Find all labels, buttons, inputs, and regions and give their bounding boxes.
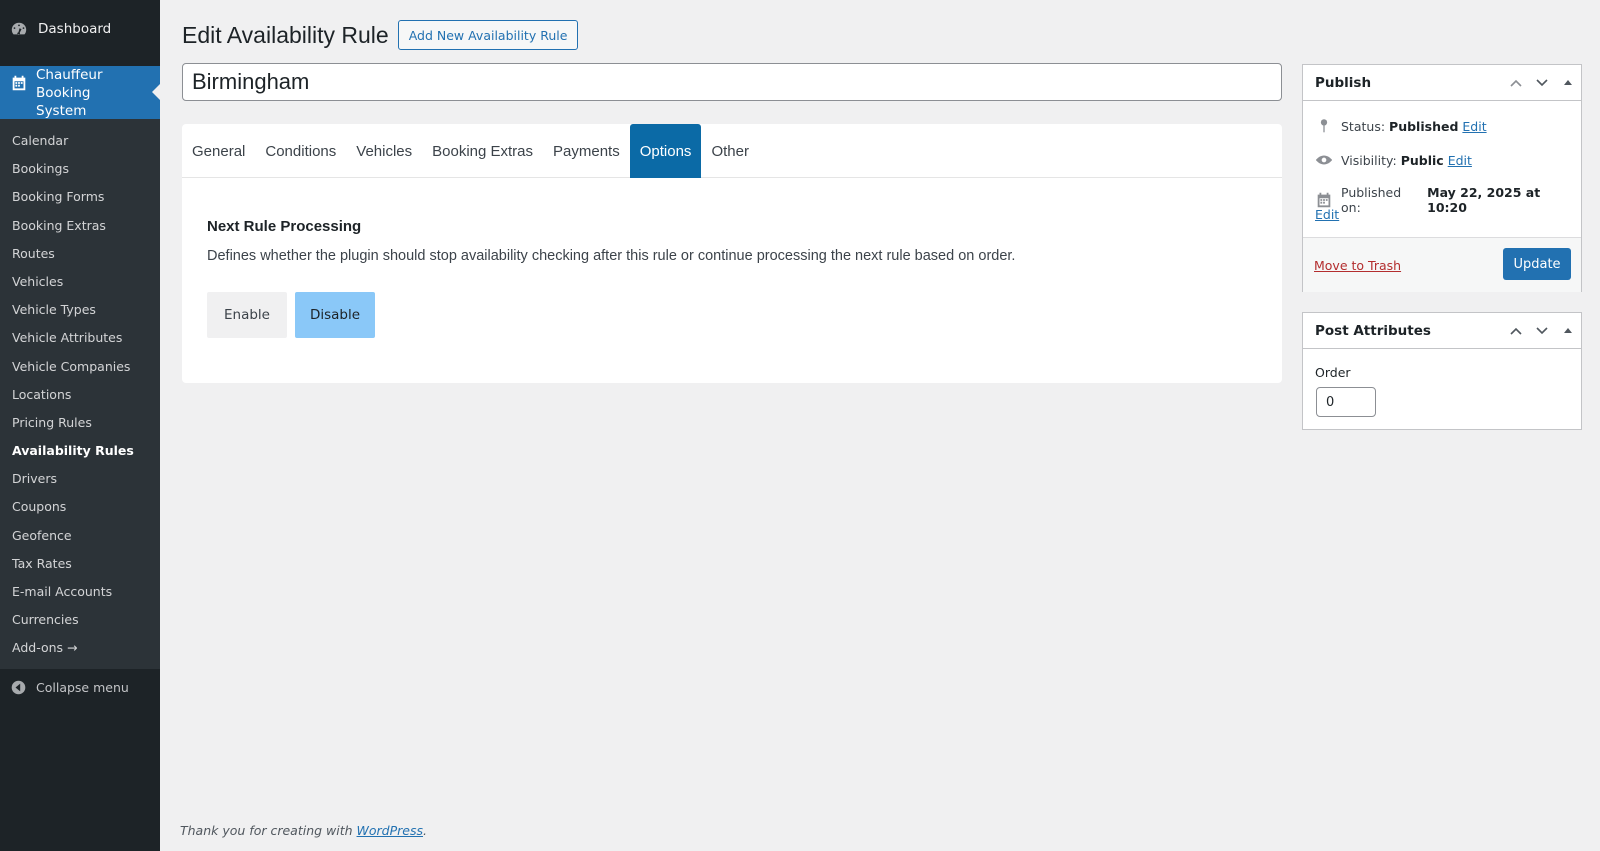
post-title-input[interactable]: Birmingham bbox=[182, 63, 1282, 101]
section-heading: Next Rule Processing bbox=[207, 218, 362, 235]
eye-icon bbox=[1315, 151, 1333, 169]
calendar-icon bbox=[10, 74, 28, 92]
publish-box-header: Publish bbox=[1303, 65, 1581, 101]
visibility-label: Visibility: bbox=[1341, 152, 1397, 168]
section-description: Defines whether the plugin should stop a… bbox=[207, 248, 1016, 264]
publish-box: Publish Status: Published Edit Visibilit… bbox=[1302, 64, 1582, 292]
published-edit-link[interactable]: Edit bbox=[1315, 207, 1339, 222]
status-edit-link[interactable]: Edit bbox=[1462, 119, 1486, 134]
sidebar-item-dashboard[interactable]: Dashboard bbox=[0, 0, 160, 58]
sidebar-item-email-accounts[interactable]: E-mail Accounts bbox=[0, 578, 160, 606]
chevron-down-icon[interactable] bbox=[1529, 65, 1555, 101]
admin-sidebar: Dashboard Chauffeur Booking System Calen… bbox=[0, 0, 160, 851]
post-attributes-title: Post Attributes bbox=[1315, 322, 1431, 339]
sidebar-item-pricing-rules[interactable]: Pricing Rules bbox=[0, 409, 160, 437]
sidebar-item-vehicle-attributes[interactable]: Vehicle Attributes bbox=[0, 324, 160, 352]
sidebar-item-availability-rules[interactable]: Availability Rules bbox=[0, 437, 160, 465]
published-label: Published on: bbox=[1341, 185, 1402, 215]
dashboard-icon bbox=[10, 20, 28, 38]
sidebar-item-currencies[interactable]: Currencies bbox=[0, 606, 160, 634]
footer-suffix: . bbox=[423, 823, 427, 838]
publish-box-title: Publish bbox=[1315, 74, 1372, 91]
sidebar-item-label: Dashboard bbox=[38, 21, 112, 37]
tab-booking-extras[interactable]: Booking Extras bbox=[422, 124, 543, 178]
sidebar-item-vehicles[interactable]: Vehicles bbox=[0, 268, 160, 296]
sidebar-item-tax-rates[interactable]: Tax Rates bbox=[0, 550, 160, 578]
status-label: Status: bbox=[1341, 118, 1386, 134]
sidebar-item-geofence[interactable]: Geofence bbox=[0, 522, 160, 550]
page-title: Edit Availability Rule bbox=[182, 21, 389, 48]
sidebar-item-booking-forms[interactable]: Booking Forms bbox=[0, 183, 160, 211]
footer-text: Thank you for creating with WordPress. bbox=[180, 823, 427, 838]
visibility-value: Public bbox=[1400, 152, 1444, 168]
tab-general[interactable]: General bbox=[182, 124, 255, 178]
page-header: Edit Availability Rule Add New Availabil… bbox=[182, 20, 579, 50]
sidebar-item-coupons[interactable]: Coupons bbox=[0, 493, 160, 521]
status-row: Status: Published Edit bbox=[1315, 117, 1487, 135]
published-on-row: Published on: May 22, 2025 at 10:20 bbox=[1315, 185, 1581, 215]
publish-actions: Move to Trash Update bbox=[1303, 237, 1581, 292]
sidebar-item-chauffeur-booking-system[interactable]: Chauffeur Booking System bbox=[0, 66, 160, 119]
collapse-menu-button[interactable]: Collapse menu bbox=[0, 676, 160, 698]
sidebar-item-vehicle-types[interactable]: Vehicle Types bbox=[0, 296, 160, 324]
footer-thanks: Thank you for creating with bbox=[180, 823, 353, 838]
options-panel: General Conditions Vehicles Booking Extr… bbox=[182, 124, 1282, 383]
order-label: Order bbox=[1315, 365, 1351, 380]
wordpress-link[interactable]: WordPress bbox=[357, 823, 423, 838]
pin-icon bbox=[1315, 117, 1333, 135]
move-to-trash-link[interactable]: Move to Trash bbox=[1314, 258, 1401, 273]
sidebar-item-add-ons[interactable]: Add-ons → bbox=[0, 634, 160, 662]
tab-other[interactable]: Other bbox=[701, 124, 759, 178]
sidebar-item-calendar[interactable]: Calendar bbox=[0, 127, 160, 155]
post-attributes-header: Post Attributes bbox=[1303, 313, 1581, 349]
order-input[interactable]: 0 bbox=[1316, 387, 1376, 417]
sidebar-item-bookings[interactable]: Bookings bbox=[0, 155, 160, 183]
chevron-down-icon[interactable] bbox=[1529, 313, 1555, 349]
chevron-up-icon[interactable] bbox=[1503, 313, 1529, 349]
add-new-availability-rule-button[interactable]: Add New Availability Rule bbox=[397, 20, 579, 50]
published-value: May 22, 2025 at 10:20 bbox=[1427, 185, 1541, 215]
sidebar-item-drivers[interactable]: Drivers bbox=[0, 465, 160, 493]
status-value: Published bbox=[1389, 118, 1459, 134]
tab-vehicles[interactable]: Vehicles bbox=[346, 124, 422, 178]
post-attributes-box: Post Attributes Order 0 bbox=[1302, 312, 1582, 430]
collapse-arrow-icon bbox=[10, 679, 27, 696]
chevron-up-icon[interactable] bbox=[1503, 65, 1529, 101]
update-button[interactable]: Update bbox=[1503, 248, 1571, 280]
collapse-menu-label: Collapse menu bbox=[36, 679, 129, 695]
triangle-up-icon[interactable] bbox=[1555, 313, 1581, 349]
sidebar-item-routes[interactable]: Routes bbox=[0, 240, 160, 268]
visibility-edit-link[interactable]: Edit bbox=[1448, 153, 1472, 168]
tab-conditions[interactable]: Conditions bbox=[255, 124, 346, 178]
triangle-up-icon[interactable] bbox=[1555, 65, 1581, 101]
tab-bar: General Conditions Vehicles Booking Extr… bbox=[182, 124, 1282, 178]
sidebar-item-vehicle-companies[interactable]: Vehicle Companies bbox=[0, 353, 160, 381]
sidebar-item-locations[interactable]: Locations bbox=[0, 381, 160, 409]
disable-button[interactable]: Disable bbox=[295, 292, 375, 338]
visibility-row: Visibility: Public Edit bbox=[1315, 151, 1472, 169]
enable-button[interactable]: Enable bbox=[207, 292, 287, 338]
sidebar-item-booking-extras[interactable]: Booking Extras bbox=[0, 212, 160, 240]
tab-payments[interactable]: Payments bbox=[543, 124, 630, 178]
sidebar-submenu: Calendar Bookings Booking Forms Booking … bbox=[0, 119, 160, 669]
tab-options[interactable]: Options bbox=[629, 124, 702, 178]
sidebar-item-label: Chauffeur Booking System bbox=[36, 66, 103, 119]
